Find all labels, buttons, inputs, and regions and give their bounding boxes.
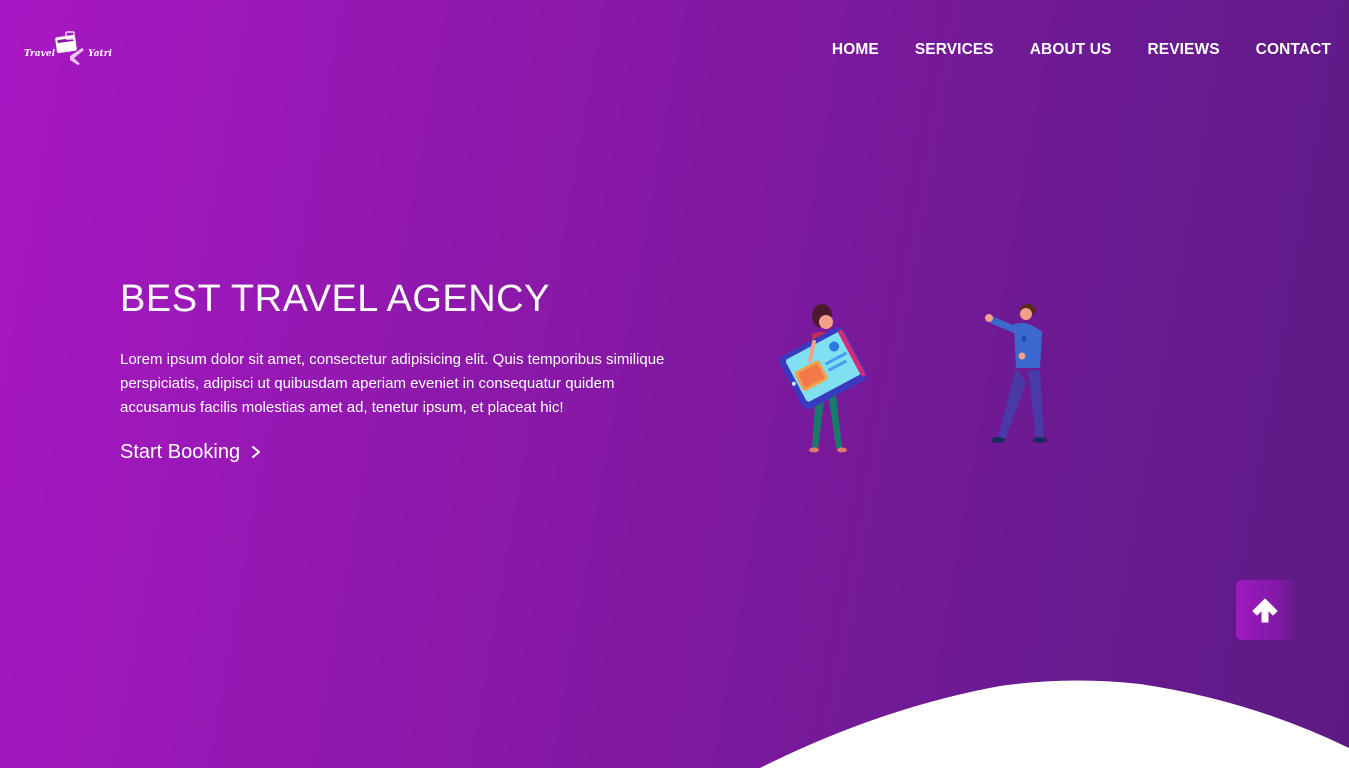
brand-logo[interactable]: Travel Yatri (22, 30, 112, 70)
logo-icon: Travel Yatri (24, 31, 112, 65)
nav-item-about-us[interactable]: ABOUT US (1030, 40, 1112, 60)
travel-booking-illustration (779, 304, 1047, 453)
nav-item-home[interactable]: HOME (832, 40, 879, 60)
logo-text-left: Travel (24, 49, 56, 59)
man-figure (985, 304, 1047, 443)
hero-description: Lorem ipsum dolor sit amet, consectetur … (120, 351, 665, 416)
nav-item-reviews[interactable]: REVIEWS (1147, 40, 1219, 60)
woman-figure (779, 304, 867, 453)
main-nav: HOME SERVICES ABOUT US REVIEWS CONTACT (832, 40, 1331, 60)
hero-section: Travel Yatri HOME SERVICES ABOUT US REVI… (0, 0, 1349, 768)
start-booking-label: Start Booking (120, 441, 241, 463)
start-booking-link[interactable]: Start Booking (120, 440, 262, 464)
logo-text-right: Yatri (88, 49, 112, 59)
back-to-top-button[interactable] (1236, 580, 1294, 640)
chevron-right-icon (252, 446, 261, 458)
nav-item-contact[interactable]: CONTACT (1256, 40, 1331, 60)
hero-content: BEST TRAVEL AGENCY Lorem ipsum dolor sit… (120, 276, 680, 464)
hero-title: BEST TRAVEL AGENCY (120, 278, 550, 320)
nav-item-services[interactable]: SERVICES (915, 40, 994, 60)
bottom-wave-decoration (760, 680, 1349, 768)
arrow-up-icon (1252, 598, 1278, 623)
